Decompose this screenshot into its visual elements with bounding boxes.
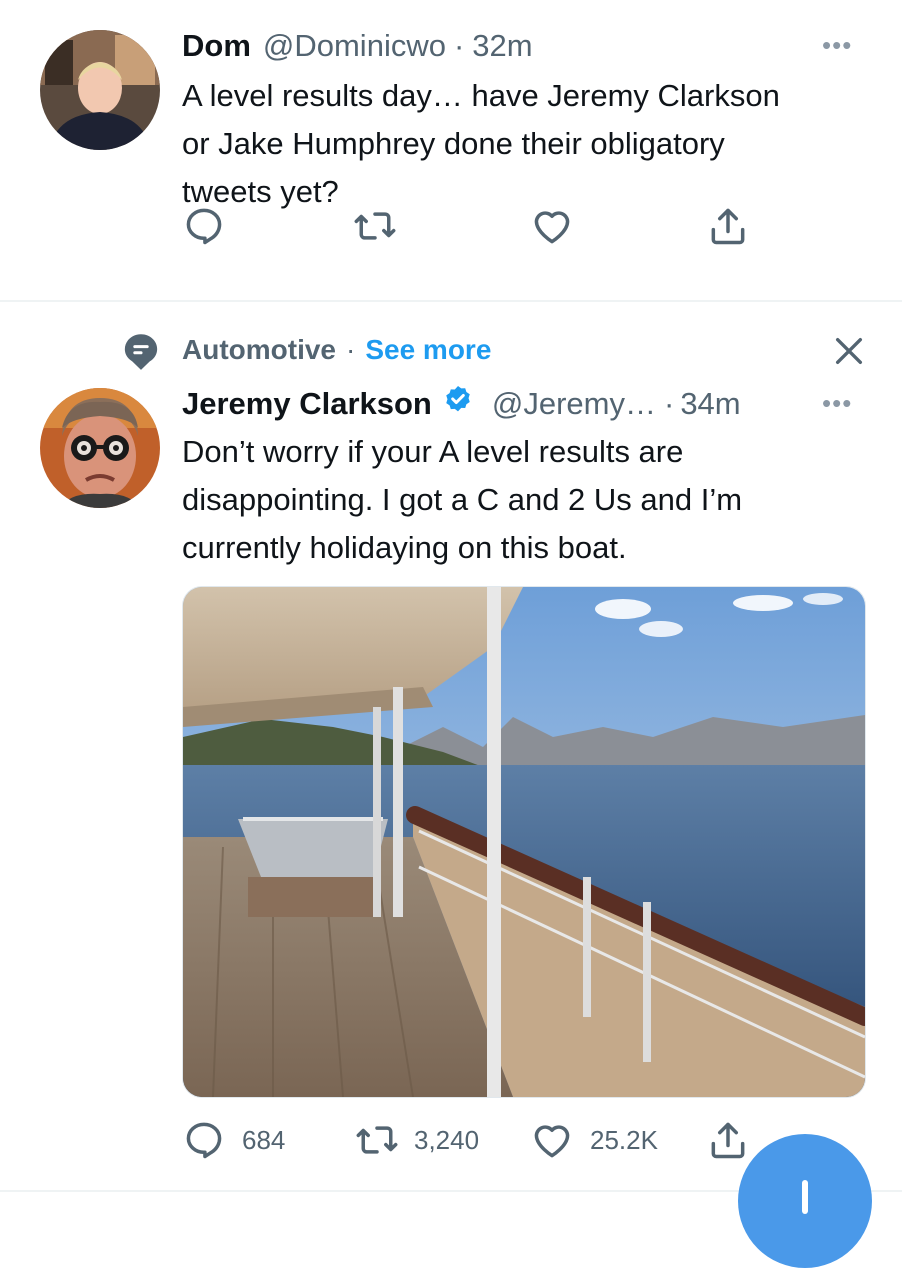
like-count: 25.2K — [590, 1124, 658, 1155]
timestamp[interactable]: 34m — [680, 386, 740, 422]
more-options-icon[interactable]: ••• — [822, 30, 852, 61]
boat-deck-photo[interactable] — [182, 586, 866, 1098]
tweet-text-line: disappointing. I got a C and 2 Us and I’… — [182, 482, 743, 517]
heart-icon — [530, 1118, 574, 1162]
handle[interactable]: @Dominicwo — [263, 28, 446, 64]
tweet-text: A level results day… have Jeremy Clarkso… — [182, 72, 872, 216]
separator: · — [453, 28, 465, 63]
compose-plus-icon — [802, 1180, 808, 1214]
tweet-header: Dom @Dominicwo · 32m — [182, 28, 533, 64]
tweet-text-line: or Jake Humphrey done their obligatory — [182, 126, 725, 161]
display-name[interactable]: Jeremy Clarkson — [182, 386, 432, 422]
avatar-jeremy-clarkson[interactable] — [40, 388, 160, 508]
like-button[interactable] — [530, 204, 574, 248]
reply-button[interactable]: 684 — [182, 1118, 285, 1162]
timestamp[interactable]: 32m — [472, 28, 532, 64]
reply-count: 684 — [242, 1124, 286, 1155]
tweet-dom[interactable]: Dom @Dominicwo · 32m ••• A level results… — [0, 0, 902, 300]
retweet-icon — [354, 1118, 400, 1162]
share-button[interactable] — [706, 204, 750, 248]
tweet-text-line: A level results day… have Jeremy Clarkso… — [182, 78, 780, 113]
share-icon — [706, 1118, 750, 1162]
reply-button[interactable] — [182, 204, 226, 248]
verified-badge-icon — [442, 384, 474, 424]
tweet-text-line: currently holidaying on this boat. — [182, 530, 627, 565]
see-more-link[interactable]: See more — [365, 334, 491, 366]
retweet-icon — [352, 204, 398, 248]
share-button[interactable] — [706, 1118, 750, 1162]
close-icon[interactable] — [832, 334, 866, 373]
retweet-button[interactable] — [352, 204, 398, 248]
retweet-count: 3,240 — [414, 1124, 480, 1155]
tweet-text-line: tweets yet? — [182, 174, 339, 209]
reply-icon — [182, 204, 226, 248]
tweet-text: Don’t worry if your A level results are … — [182, 428, 872, 572]
heart-icon — [530, 204, 574, 248]
topic-name[interactable]: Automotive — [182, 334, 336, 366]
separator: · — [346, 334, 356, 365]
tweet-text-line: Don’t worry if your A level results are — [182, 434, 684, 469]
like-button[interactable]: 25.2K — [530, 1118, 658, 1162]
avatar-dom[interactable] — [40, 30, 160, 150]
tweet-header: Jeremy Clarkson @Jeremy… · 34m — [182, 384, 741, 424]
topic-icon — [122, 332, 160, 377]
compose-tweet-button[interactable] — [738, 1134, 872, 1268]
more-options-icon[interactable]: ••• — [822, 388, 852, 419]
share-icon — [706, 204, 750, 248]
separator: · — [663, 386, 675, 421]
topic-context: Automotive · See more — [182, 334, 491, 366]
retweet-button[interactable]: 3,240 — [354, 1118, 479, 1162]
display-name[interactable]: Dom — [182, 28, 251, 64]
handle[interactable]: @Jeremy… — [492, 386, 656, 422]
reply-icon — [182, 1118, 226, 1162]
